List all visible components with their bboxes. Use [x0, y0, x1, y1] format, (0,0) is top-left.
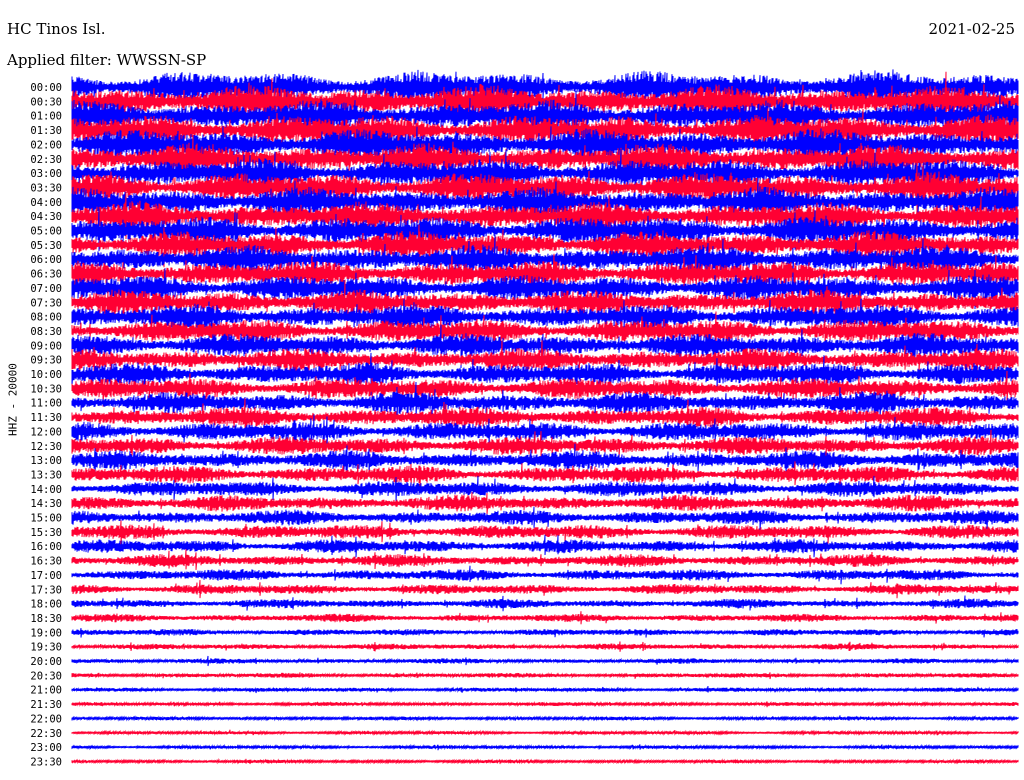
trace-line [71, 715, 1019, 722]
helicorder-chart: 00:00 00:30 01:00 01:30 02:00 02:30 03:00 03:30… [30, 69, 1019, 768]
time-label: 01:00 [30, 111, 62, 123]
time-label: 03:30 [30, 182, 62, 194]
time-label: 09:30 [30, 355, 62, 367]
date-label: 2021-02-25 [928, 20, 1015, 38]
trace-line [71, 641, 1019, 652]
time-label: 11:30 [30, 412, 62, 424]
station-title: HC Tinos Isl. [7, 20, 106, 38]
time-label: 05:30 [30, 240, 62, 252]
trace-line [71, 655, 1019, 667]
trace-line [71, 700, 1019, 708]
time-label: 00:00 [30, 82, 62, 94]
time-label: 07:30 [30, 297, 62, 309]
time-label: 14:00 [30, 484, 62, 496]
time-label: 22:00 [30, 713, 62, 725]
time-label: 21:30 [30, 699, 62, 711]
time-label: 16:30 [30, 556, 62, 568]
time-label: 17:00 [30, 570, 62, 582]
trace-line [71, 628, 1019, 638]
time-label: 16:00 [30, 541, 62, 553]
time-label: 20:00 [30, 656, 62, 668]
time-label: 06:30 [30, 269, 62, 281]
trace-line [71, 672, 1019, 680]
time-label: 08:30 [30, 326, 62, 338]
time-label: 20:30 [30, 670, 62, 682]
time-label: 03:00 [30, 168, 62, 180]
trace-line [71, 743, 1019, 751]
time-label: 15:30 [30, 527, 62, 539]
time-label: 10:30 [30, 383, 62, 395]
time-label: 08:00 [30, 312, 62, 324]
time-label: 02:30 [30, 154, 62, 166]
time-label: 17:30 [30, 584, 62, 596]
trace-line [71, 580, 1019, 599]
trace-line [71, 565, 1019, 585]
time-label: 19:30 [30, 642, 62, 654]
trace-line [71, 534, 1019, 558]
trace-line [71, 686, 1019, 694]
time-label: 15:00 [30, 513, 62, 525]
time-label: 14:30 [30, 498, 62, 510]
trace-group [71, 69, 1019, 765]
time-label: 13:00 [30, 455, 62, 467]
time-label: 05:00 [30, 226, 62, 238]
time-label: 19:00 [30, 627, 62, 639]
trace-line [71, 611, 1019, 625]
trace-line [71, 492, 1019, 515]
time-label: 18:00 [30, 599, 62, 611]
channel-axis-label: HHZ - 20000 [6, 363, 20, 436]
time-label: 13:30 [30, 469, 62, 481]
time-label: 04:00 [30, 197, 62, 209]
time-label: 23:00 [30, 742, 62, 754]
time-label: 22:30 [30, 728, 62, 740]
time-label: 12:30 [30, 441, 62, 453]
trace-line [71, 595, 1019, 612]
time-label: 18:30 [30, 613, 62, 625]
time-label: 11:00 [30, 398, 62, 410]
time-label: 09:00 [30, 340, 62, 352]
trace-line [71, 757, 1019, 765]
time-label: 23:30 [30, 756, 62, 768]
time-label: 12:00 [30, 426, 62, 438]
time-label: 07:00 [30, 283, 62, 295]
time-label: 02:00 [30, 139, 62, 151]
trace-line [71, 729, 1019, 736]
time-label: 00:30 [30, 96, 62, 108]
time-label-group: 00:00 00:30 01:00 01:30 02:00 02:30 03:00 03:30… [30, 82, 62, 768]
time-label: 21:00 [30, 685, 62, 697]
time-label: 10:00 [30, 369, 62, 381]
time-label: 01:30 [30, 125, 62, 137]
time-label: 04:30 [30, 211, 62, 223]
time-label: 06:00 [30, 254, 62, 266]
filter-label: Applied filter: WWSSN-SP [7, 51, 207, 69]
trace-line [71, 506, 1019, 532]
